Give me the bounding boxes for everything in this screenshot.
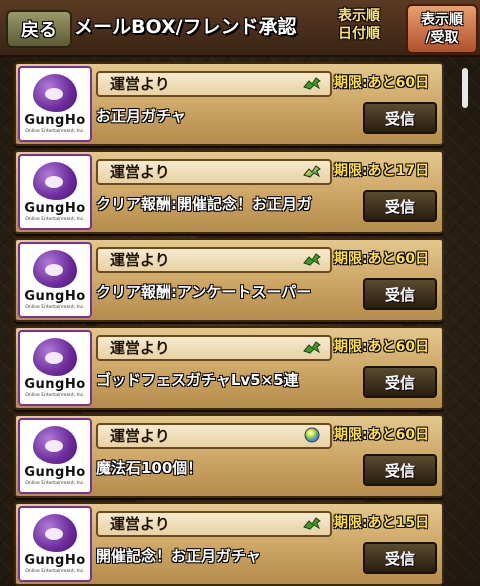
receive-button[interactable]: 受信	[363, 542, 437, 574]
sort-order-label: 表示順 日付順	[318, 7, 400, 43]
mail-subject: 魔法石100個！	[96, 459, 203, 477]
receive-button[interactable]: 受信	[363, 102, 437, 134]
sort-button-line1: 表示順	[421, 12, 463, 28]
sender-box: 運営より	[96, 335, 332, 361]
avatar-logo-text: GungHo	[24, 113, 86, 128]
sender-label: 運営より	[110, 339, 170, 357]
mail-subject: クリア報酬:開催記念！お正月ガ	[96, 195, 313, 213]
mail-row[interactable]: GungHo Online Entertainment, Inc. 運営より 期…	[14, 502, 444, 586]
avatar-sub-text: Online Entertainment, Inc.	[25, 129, 85, 134]
gungho-avatar: GungHo Online Entertainment, Inc.	[18, 506, 92, 582]
gungho-avatar: GungHo Online Entertainment, Inc.	[18, 154, 92, 230]
back-button[interactable]: 戻る	[6, 10, 72, 48]
gungho-avatar: GungHo Online Entertainment, Inc.	[18, 330, 92, 406]
avatar-sub-text: Online Entertainment, Inc.	[25, 305, 85, 310]
mail-row[interactable]: GungHo Online Entertainment, Inc. 運営より 期…	[14, 150, 444, 234]
mail-subject: クリア報酬:アンケートスーパー	[96, 283, 312, 301]
deadline-label: 期限:あと60日	[334, 427, 430, 443]
sender-label: 運営より	[110, 515, 170, 533]
avatar-logo-text: GungHo	[24, 465, 86, 480]
sender-label: 運営より	[110, 427, 170, 445]
sender-box: 運営より	[96, 423, 332, 449]
sort-label-line1: 表示順	[338, 8, 380, 24]
sort-button[interactable]: 表示順 /受取	[406, 4, 478, 54]
avatar-sub-text: Online Entertainment, Inc.	[25, 217, 85, 222]
mail-list: GungHo Online Entertainment, Inc. 運営より 期…	[0, 62, 480, 586]
header-bar: 戻る メールBOX/フレンド承認 表示順 日付順 表示順 /受取	[0, 0, 480, 57]
sender-box: 運営より	[96, 159, 332, 185]
mail-row[interactable]: GungHo Online Entertainment, Inc. 運営より 期…	[14, 326, 444, 410]
receive-button[interactable]: 受信	[363, 454, 437, 486]
sender-label: 運営より	[110, 251, 170, 269]
avatar-logo-text: GungHo	[24, 553, 86, 568]
green-dragon-icon	[303, 77, 321, 90]
mail-subject: お正月ガチャ	[96, 107, 186, 125]
mail-subject: ゴッドフェスガチャLv5×5連	[96, 371, 299, 389]
sender-box: 運営より	[96, 247, 332, 273]
magic-stone-icon	[304, 427, 320, 443]
avatar-sub-text: Online Entertainment, Inc.	[25, 393, 85, 398]
gungho-logo-icon	[33, 338, 77, 376]
page-title: メールBOX/フレンド承認	[74, 16, 297, 38]
gungho-logo-icon	[33, 250, 77, 288]
receive-button[interactable]: 受信	[363, 366, 437, 398]
green-dragon-icon	[303, 253, 321, 266]
sender-box: 運営より	[96, 71, 332, 97]
green-dragon-icon	[303, 517, 321, 530]
avatar-logo-text: GungHo	[24, 289, 86, 304]
mail-row[interactable]: GungHo Online Entertainment, Inc. 運営より 期…	[14, 62, 444, 146]
mail-subject: 開催記念！お正月ガチャ	[96, 547, 261, 565]
sender-box: 運営より	[96, 511, 332, 537]
sort-button-line2: /受取	[425, 30, 459, 46]
avatar-sub-text: Online Entertainment, Inc.	[25, 569, 85, 574]
gungho-logo-icon	[33, 74, 77, 112]
gungho-avatar: GungHo Online Entertainment, Inc.	[18, 242, 92, 318]
avatar-sub-text: Online Entertainment, Inc.	[25, 481, 85, 486]
avatar-logo-text: GungHo	[24, 377, 86, 392]
deadline-label: 期限:あと17日	[334, 163, 430, 179]
avatar-logo-text: GungHo	[24, 201, 86, 216]
receive-button[interactable]: 受信	[363, 278, 437, 310]
sort-label-line2: 日付順	[338, 26, 380, 42]
receive-button[interactable]: 受信	[363, 190, 437, 222]
deadline-label: 期限:あと60日	[334, 75, 430, 91]
deadline-label: 期限:あと15日	[334, 515, 430, 531]
gungho-logo-icon	[33, 162, 77, 200]
mail-row[interactable]: GungHo Online Entertainment, Inc. 運営より 期…	[14, 414, 444, 498]
sender-label: 運営より	[110, 75, 170, 93]
deadline-label: 期限:あと60日	[334, 251, 430, 267]
green-dragon-icon	[303, 341, 321, 354]
gungho-avatar: GungHo Online Entertainment, Inc.	[18, 418, 92, 494]
scrollbar[interactable]	[462, 68, 468, 108]
gungho-avatar: GungHo Online Entertainment, Inc.	[18, 66, 92, 142]
rainbow-dragon-icon	[303, 165, 321, 178]
deadline-label: 期限:あと60日	[334, 339, 430, 355]
mail-row[interactable]: GungHo Online Entertainment, Inc. 運営より 期…	[14, 238, 444, 322]
gungho-logo-icon	[33, 514, 77, 552]
gungho-logo-icon	[33, 426, 77, 464]
sender-label: 運営より	[110, 163, 170, 181]
